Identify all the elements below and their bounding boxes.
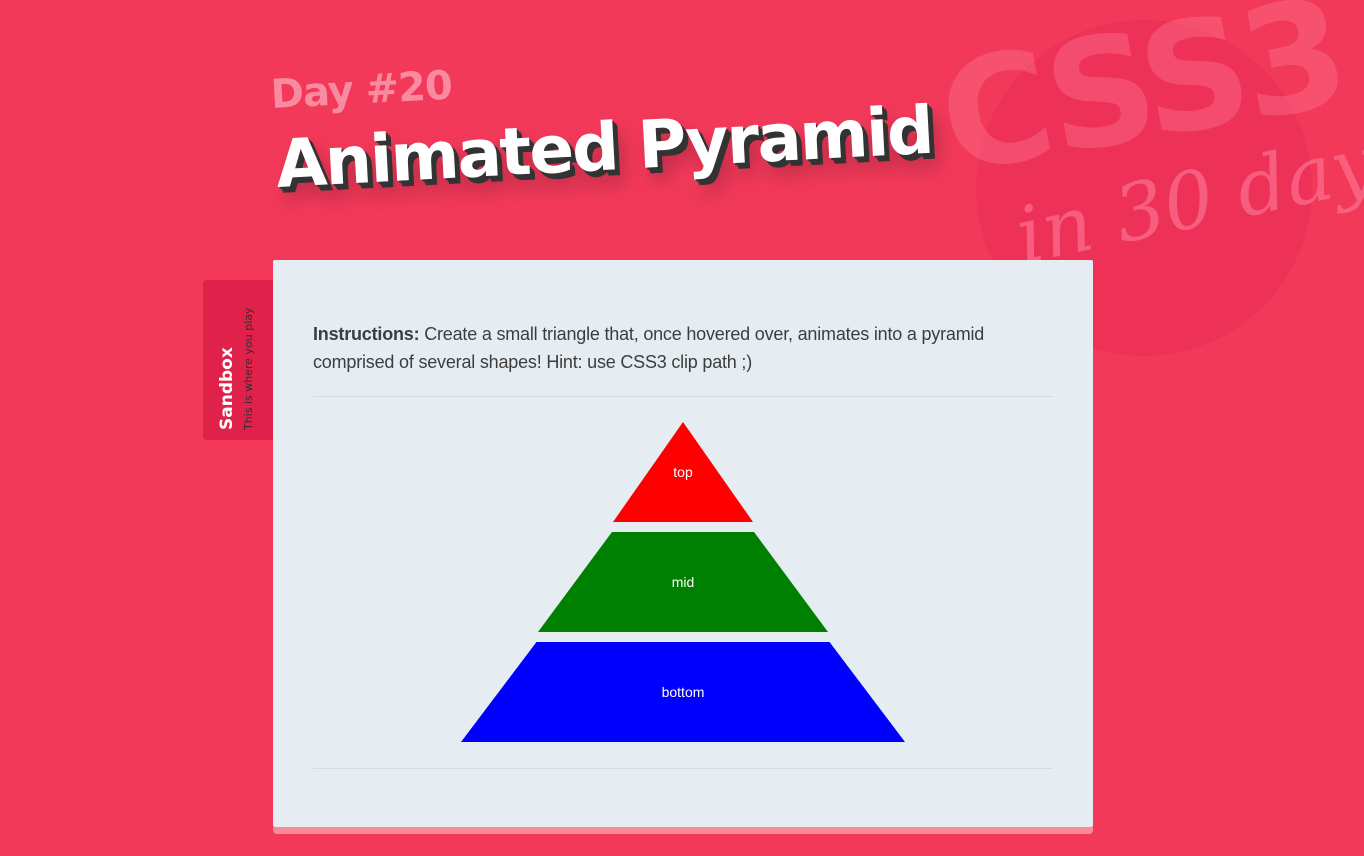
pyramid-tier-top[interactable]: top: [613, 422, 753, 522]
sandbox-title: Sandbox: [217, 347, 237, 430]
day-label: Day #20: [269, 62, 453, 118]
page: CSS3 in 30 days Day #20 Animated Pyramid…: [0, 0, 1364, 856]
sandbox-subtitle: This is where you play: [242, 307, 255, 430]
sandbox-tab-label: Sandbox This is where you play: [215, 290, 259, 430]
pyramid-tier-mid[interactable]: mid: [538, 532, 828, 632]
tier-label-mid: mid: [671, 574, 695, 590]
panel-lip: [273, 827, 1093, 834]
tier-label-top: top: [673, 464, 693, 480]
tier-label-bottom: bottom: [661, 684, 705, 700]
sandbox-panel: Instructions: Create a small triangle th…: [273, 260, 1093, 827]
pyramid[interactable]: top mid bottom: [273, 260, 1093, 827]
pyramid-tier-bottom[interactable]: bottom: [461, 642, 905, 742]
bottom-divider: [313, 768, 1053, 769]
sandbox-tab: Sandbox This is where you play: [203, 280, 273, 440]
